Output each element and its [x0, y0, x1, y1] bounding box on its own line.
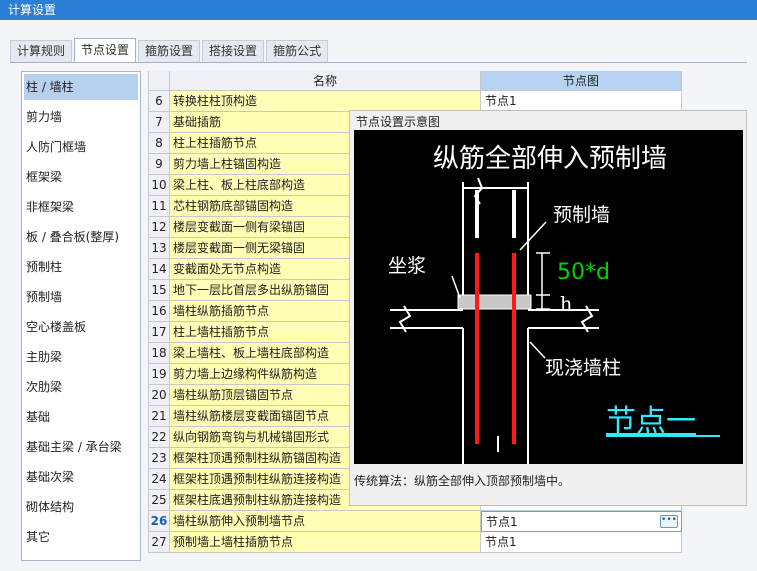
row-node-cell[interactable]: 节点1: [481, 532, 682, 553]
row-number: 27: [149, 532, 170, 553]
category-item[interactable]: 砌体结构: [22, 492, 140, 522]
table-row[interactable]: 27 预制墙上墙柱插筋节点 节点1: [149, 532, 682, 553]
row-number: 17: [149, 322, 170, 343]
dimension-lines: [451, 221, 550, 359]
category-item[interactable]: 其它: [22, 522, 140, 552]
tab-lap-settings[interactable]: 搭接设置: [202, 40, 265, 62]
category-item[interactable]: 剪力墙: [22, 102, 140, 132]
category-item[interactable]: 板 / 叠合板(整厚): [22, 222, 140, 252]
row-number: 14: [149, 259, 170, 280]
popup-title: 节点设置示意图: [356, 115, 441, 129]
diagram-heading: 纵筋全部伸入预制墙: [433, 144, 667, 174]
row-number: 22: [149, 427, 170, 448]
precast-wall-outline: [462, 177, 529, 295]
popup-description: 传统算法：纵筋全部伸入顶部预制墙中。: [354, 474, 571, 488]
grout-layer: [457, 294, 532, 310]
tab-calc-rules[interactable]: 计算规则: [10, 40, 73, 62]
node-diagram: 纵筋全部伸入预制墙 预制墙 坐浆 50*d h 现浇墙柱 节点一: [388, 144, 720, 464]
category-item[interactable]: 基础主梁 / 承台梁: [22, 432, 140, 462]
row-number: 21: [149, 406, 170, 427]
window-title: 计算设置: [0, 0, 757, 20]
category-item[interactable]: 框架梁: [22, 162, 140, 192]
header-node: 节点图: [481, 71, 682, 91]
slab-outline: [390, 305, 599, 464]
table-row[interactable]: 6 转换柱柱顶构造 节点1: [149, 91, 682, 112]
category-list: 柱 / 墙柱 剪力墙 人防门框墙 框架梁 非框架梁 板 / 叠合板(整厚) 预制…: [21, 71, 141, 561]
label-grout: 坐浆: [388, 255, 426, 277]
label-dim-50d: 50*d: [557, 260, 610, 285]
node-diagram-canvas: 纵筋全部伸入预制墙 预制墙 坐浆 50*d h 现浇墙柱 节点一: [354, 130, 743, 464]
row-number: 11: [149, 196, 170, 217]
category-item[interactable]: 非框架梁: [22, 192, 140, 222]
row-node-value: 节点1: [486, 515, 518, 529]
tab-stirrup-settings[interactable]: 箍筋设置: [138, 40, 201, 62]
row-number: 15: [149, 280, 170, 301]
node-diagram-popup: 节点设置示意图 纵筋全部伸入预制墙 预制墙 坐浆 50*d h 现浇墙柱 节点一…: [349, 110, 747, 506]
tab-node-settings[interactable]: 节点设置: [74, 38, 137, 62]
tab-divider: [10, 62, 747, 63]
category-item[interactable]: 预制墙: [22, 282, 140, 312]
row-number: 24: [149, 469, 170, 490]
row-number: 16: [149, 301, 170, 322]
category-item[interactable]: 基础: [22, 402, 140, 432]
category-item[interactable]: 空心楼盖板: [22, 312, 140, 342]
row-number: 18: [149, 343, 170, 364]
row-number: 26: [149, 511, 170, 532]
category-item[interactable]: 预制柱: [22, 252, 140, 282]
category-item[interactable]: 人防门框墙: [22, 132, 140, 162]
row-number: 9: [149, 154, 170, 175]
row-number: 23: [149, 448, 170, 469]
label-h: h: [560, 293, 572, 315]
more-options-icon[interactable]: •••: [660, 515, 678, 528]
table-header: 名称 节点图: [149, 71, 682, 91]
row-name: 墙柱纵筋伸入预制墙节点: [170, 511, 481, 532]
category-item[interactable]: 主肋梁: [22, 342, 140, 372]
row-name: 预制墙上墙柱插筋节点: [170, 532, 481, 553]
row-number: 8: [149, 133, 170, 154]
row-number: 10: [149, 175, 170, 196]
row-number: 7: [149, 112, 170, 133]
row-name: 转换柱柱顶构造: [170, 91, 481, 112]
row-number: 6: [149, 91, 170, 112]
label-precast-wall: 预制墙: [553, 204, 610, 226]
row-number: 13: [149, 238, 170, 259]
row-number: 19: [149, 364, 170, 385]
header-corner: [149, 71, 170, 91]
category-item[interactable]: 次肋梁: [22, 372, 140, 402]
row-node-cell-editing[interactable]: 节点1 •••: [481, 511, 682, 532]
settings-tabs: 计算规则 节点设置 箍筋设置 搭接设置 箍筋公式: [10, 38, 330, 62]
tab-stirrup-formula[interactable]: 箍筋公式: [266, 40, 329, 62]
label-node-one: 节点一: [606, 404, 696, 439]
row-number: 12: [149, 217, 170, 238]
header-name: 名称: [170, 71, 481, 91]
row-number: 25: [149, 490, 170, 511]
table-row-selected[interactable]: 26 墙柱纵筋伸入预制墙节点 节点1 •••: [149, 511, 682, 532]
category-item[interactable]: 柱 / 墙柱: [24, 74, 138, 100]
label-cast-column: 现浇墙柱: [545, 357, 621, 379]
row-number: 20: [149, 385, 170, 406]
category-item[interactable]: 基础次梁: [22, 462, 140, 492]
row-node-cell[interactable]: 节点1: [481, 91, 682, 112]
